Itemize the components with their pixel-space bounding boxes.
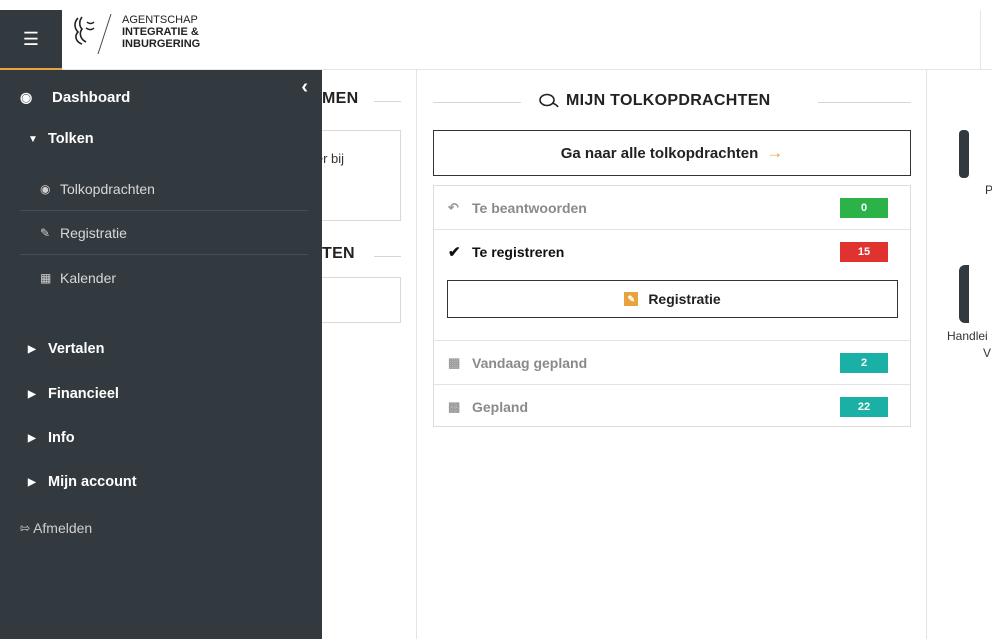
sidebar-group-tolken[interactable]: ▼ Tolken [0, 126, 322, 152]
tolkopdrachten-panel: MIJN TOLKOPDRACHTEN Ga naar alle tolkopd… [417, 70, 927, 639]
chevron-left-icon: ‹ [301, 76, 308, 98]
dashboard-icon: ◉ [20, 88, 33, 105]
goto-button-label: Ga naar alle tolkopdrachten [560, 144, 759, 162]
hamburger-icon: ☰ [22, 28, 40, 49]
tolkopdrachten-status-list: ↶ Te beantwoorden 0 ✔ Te registreren 15 … [433, 185, 911, 427]
caret-right-icon: ▶ [28, 476, 36, 488]
sidebar-item-label: Registratie [60, 224, 127, 241]
sidebar-group-label: Vertalen [48, 341, 105, 357]
sidebar-item-dashboard[interactable]: ◉ Dashboard [0, 82, 322, 112]
agency-line-3: INBURGERING [122, 38, 201, 50]
registratie-button-label: Registratie [648, 291, 721, 307]
section-divider [433, 102, 521, 103]
menu-toggle-button[interactable]: ☰ [0, 10, 62, 70]
agency-line-2: INTEGRATIE & [122, 26, 199, 38]
sidebar-group-mijn-account[interactable]: ▶ Mijn account [0, 469, 322, 495]
sidebar-item-label: Afmelden [33, 520, 93, 536]
sidebar-item-afmelden[interactable]: ⇰ Afmelden [0, 520, 92, 536]
flemish-lion-icon [74, 16, 95, 45]
sidebar-item-tolkopdrachten[interactable]: ◉ Tolkopdrachten [20, 167, 308, 211]
caret-right-icon: ▶ [28, 388, 36, 400]
info-icon[interactable] [959, 130, 969, 178]
sidebar-group-label: Tolken [48, 131, 94, 147]
status-row-label: Te registreren [472, 244, 565, 260]
tile-label: P [985, 183, 992, 197]
edit-icon: ✎ [40, 225, 51, 240]
agency-logo[interactable]: AGENTSCHAP INTEGRATIE & INBURGERING [70, 14, 200, 54]
left-column: MEN ler bij TEN [312, 70, 417, 639]
sidebar-group-label: Financieel [48, 386, 119, 402]
info-card: ler bij [312, 130, 401, 221]
comments-icon: ◉ [40, 181, 51, 196]
sidebar-group-financieel[interactable]: ▶ Financieel [0, 381, 322, 407]
sign-out-icon: ⇰ [20, 521, 31, 535]
right-column: P Handlei V [927, 70, 992, 639]
sidebar-item-label: Dashboard [52, 88, 131, 106]
caret-down-icon: ▼ [28, 133, 38, 145]
sidebar-item-label: Kalender [60, 270, 117, 286]
collapse-sidebar-button[interactable]: ‹ [301, 76, 308, 99]
status-row-gepland[interactable]: ▩ Gepland 22 [434, 385, 910, 429]
goto-all-tolkopdrachten-button[interactable]: Ga naar alle tolkopdrachten → [433, 130, 911, 176]
reply-icon: ↶ [448, 200, 459, 215]
status-row-te-beantwoorden[interactable]: ↶ Te beantwoorden 0 [434, 186, 910, 230]
chat-icon [539, 93, 559, 108]
section-title: MIJN TOLKOPDRACHTEN [538, 92, 771, 110]
calendar-solid-icon: ▩ [448, 399, 461, 414]
info-card [312, 277, 401, 323]
section-divider [818, 102, 911, 103]
section-title-partial-2: TEN [322, 245, 355, 262]
sidebar-item-registratie[interactable]: ✎ Registratie [20, 211, 308, 255]
status-row-label: Vandaag gepland [472, 355, 588, 371]
arrow-right-icon: → [766, 143, 784, 162]
agency-name: AGENTSCHAP INTEGRATIE & INBURGERING [122, 14, 200, 50]
tile-label: V [983, 346, 992, 360]
count-badge: 0 [840, 198, 888, 218]
edit-icon: ✎ [624, 292, 639, 306]
sidebar-item-label: Tolkopdrachten [60, 180, 155, 197]
tile-label: Handlei [947, 329, 988, 343]
agency-line-1: AGENTSCHAP [122, 14, 198, 26]
count-badge: 15 [840, 242, 888, 262]
sidebar-group-vertalen[interactable]: ▶ Vertalen [0, 336, 322, 362]
check-icon: ✔ [448, 244, 461, 261]
count-badge: 22 [840, 397, 888, 417]
registratie-button[interactable]: ✎ Registratie [447, 280, 898, 318]
calendar-icon: ▦ [40, 271, 52, 285]
status-row-vandaag-gepland[interactable]: ▦ Vandaag gepland 2 [434, 341, 910, 385]
status-row-te-registreren[interactable]: ✔ Te registreren 15 [434, 230, 910, 274]
count-badge: 2 [840, 353, 888, 373]
manual-icon[interactable] [959, 265, 969, 323]
top-bar: ☰ AGENTSCHAP INTEGRATIE & INBURGERING [0, 0, 992, 70]
sidebar-item-kalender[interactable]: ▦ Kalender [20, 256, 308, 300]
status-row-label: Gepland [472, 399, 529, 415]
sidebar-group-label: Info [48, 430, 75, 446]
sidebar-group-info[interactable]: ▶ Info [0, 425, 322, 451]
section-title-partial-1: MEN [322, 90, 359, 107]
section-divider [374, 256, 401, 257]
section-divider [374, 101, 401, 102]
caret-right-icon: ▶ [28, 343, 36, 355]
calendar-icon: ▦ [448, 355, 461, 370]
section-title-text: MIJN TOLKOPDRACHTEN [566, 92, 771, 109]
caret-right-icon: ▶ [28, 432, 36, 444]
sidebar-group-label: Mijn account [48, 474, 137, 490]
logo-divider [97, 14, 123, 54]
sidebar-menu: ◉ Dashboard ‹ ▼ Tolken ◉ Tolkopdrachten … [0, 70, 322, 639]
header-divider [980, 10, 981, 70]
status-row-label: Te beantwoorden [472, 200, 587, 216]
